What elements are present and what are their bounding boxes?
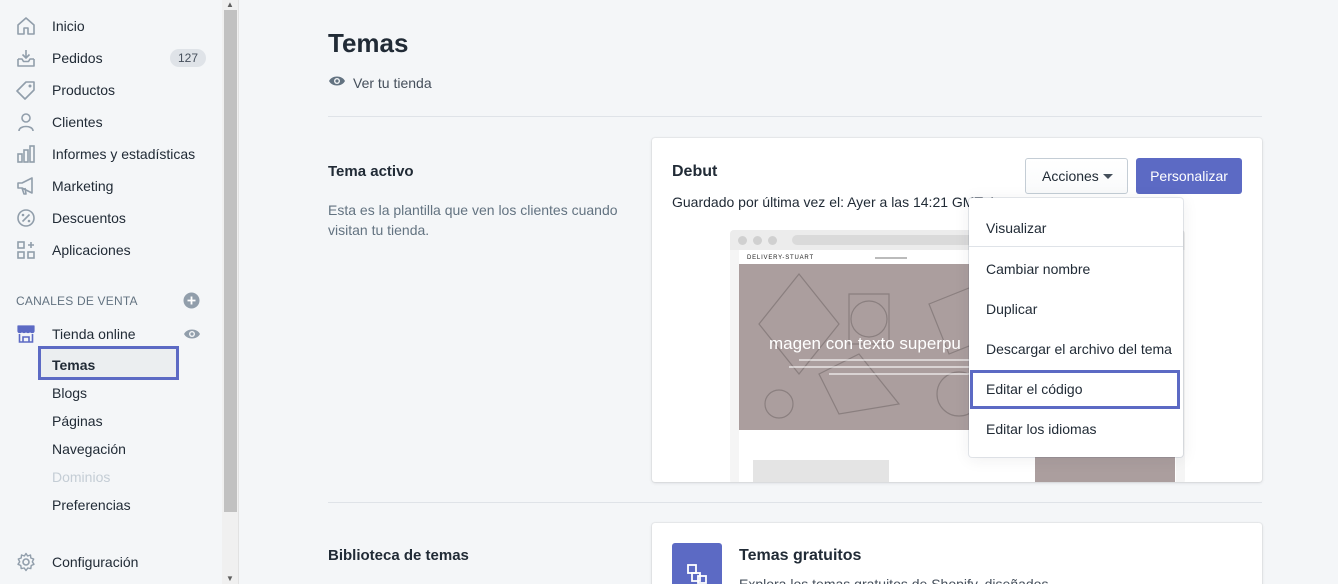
sub-item-preferencias[interactable]: Preferencias (52, 497, 131, 513)
store-icon (15, 323, 37, 345)
bar-chart-icon (15, 143, 37, 165)
active-theme-heading: Tema activo (328, 163, 414, 180)
nav-label: Configuración (52, 554, 139, 570)
nav-item-pedidos[interactable]: Pedidos 127 (0, 42, 222, 74)
browser-dot-icon (768, 236, 777, 245)
sidebar: Inicio Pedidos 127 Productos Clientes In… (0, 0, 222, 584)
free-themes-card: Temas gratuitos Explora los temas gratui… (652, 523, 1262, 584)
preview-store-name: DELIVERY-STUART (747, 255, 814, 261)
home-icon (15, 15, 37, 37)
active-theme-description: Esta es la plantilla que ven los cliente… (328, 202, 618, 238)
scroll-down-arrow-icon[interactable]: ▼ (226, 574, 234, 583)
scroll-up-arrow-icon[interactable]: ▲ (226, 0, 234, 9)
sub-item-temas[interactable]: Temas (52, 357, 95, 373)
nav-label: Clientes (52, 114, 103, 130)
actions-dropdown: Visualizar Cambiar nombre Duplicar Desca… (969, 198, 1183, 457)
nav-label: Descuentos (52, 210, 126, 226)
customize-button[interactable]: Personalizar (1136, 158, 1242, 194)
nav-label: Pedidos (52, 50, 103, 66)
scroll-thumb[interactable] (224, 10, 237, 512)
menu-item-cambiar-nombre[interactable]: Cambiar nombre (969, 251, 1183, 287)
preview-nav (875, 257, 907, 259)
nav-item-inicio[interactable]: Inicio (0, 10, 222, 42)
menu-item-descargar[interactable]: Descargar el archivo del tema (969, 331, 1183, 367)
nav-label: Inicio (52, 18, 85, 34)
nav-label: Marketing (52, 178, 114, 194)
page-title: Temas (328, 28, 409, 58)
menu-item-duplicar[interactable]: Duplicar (969, 291, 1183, 327)
sales-channels-heading: CANALES DE VENTA (16, 294, 138, 308)
view-store-link[interactable]: Ver tu tienda (328, 74, 432, 91)
edit-code-highlight (970, 370, 1180, 409)
preview-block (753, 460, 889, 482)
menu-item-visualizar[interactable]: Visualizar (969, 210, 1183, 246)
nav-label: Tienda online (52, 326, 136, 342)
theme-library-heading: Biblioteca de temas (328, 547, 469, 564)
sub-item-paginas[interactable]: Páginas (52, 413, 103, 429)
discount-icon (15, 207, 37, 229)
nav-item-configuracion[interactable]: Configuración (0, 546, 222, 578)
nav-label: Aplicaciones (52, 242, 131, 258)
browser-dot-icon (753, 236, 762, 245)
tag-icon (15, 79, 37, 101)
eye-icon (328, 74, 346, 91)
apps-icon (15, 239, 37, 261)
nav-item-descuentos[interactable]: Descuentos (0, 202, 222, 234)
add-channel-icon[interactable] (183, 292, 200, 309)
free-themes-title: Temas gratuitos (739, 547, 862, 564)
divider (328, 502, 1262, 503)
orders-count-badge: 127 (169, 49, 206, 67)
gear-icon (15, 551, 37, 573)
menu-separator (969, 246, 1183, 247)
nav-label: Informes y estadísticas (52, 146, 196, 162)
divider (328, 116, 1262, 117)
sidebar-scrollbar[interactable]: ▲ ▼ (222, 0, 239, 584)
eye-icon[interactable] (183, 326, 201, 345)
actions-label: Acciones (1042, 168, 1099, 184)
nav-label: Productos (52, 82, 116, 98)
theme-store-icon (672, 543, 722, 584)
menu-item-editar-idiomas[interactable]: Editar los idiomas (969, 411, 1183, 447)
last-saved-text: Guardado por última vez el: Ayer a las 1… (672, 194, 995, 210)
actions-button[interactable]: Acciones (1025, 158, 1128, 194)
free-themes-description: Explora los temas gratuitos de Shopify, … (739, 576, 1049, 584)
sub-item-navegacion[interactable]: Navegación (52, 441, 126, 457)
sub-item-blogs[interactable]: Blogs (52, 385, 87, 401)
preview-text-line (829, 373, 989, 375)
person-icon (15, 111, 37, 133)
theme-name: Debut (672, 163, 718, 180)
nav-item-clientes[interactable]: Clientes (0, 106, 222, 138)
preview-headline: magen con texto superpu (769, 334, 961, 353)
nav-item-informes[interactable]: Informes y estadísticas (0, 138, 222, 170)
nav-item-aplicaciones[interactable]: Aplicaciones (0, 234, 222, 266)
chevron-down-icon (1103, 174, 1113, 179)
megaphone-icon (15, 175, 37, 197)
sub-item-dominios: Dominios (52, 469, 111, 485)
nav-item-productos[interactable]: Productos (0, 74, 222, 106)
view-store-label: Ver tu tienda (353, 74, 432, 91)
orders-icon (15, 47, 37, 69)
nav-item-marketing[interactable]: Marketing (0, 170, 222, 202)
browser-dot-icon (738, 236, 747, 245)
